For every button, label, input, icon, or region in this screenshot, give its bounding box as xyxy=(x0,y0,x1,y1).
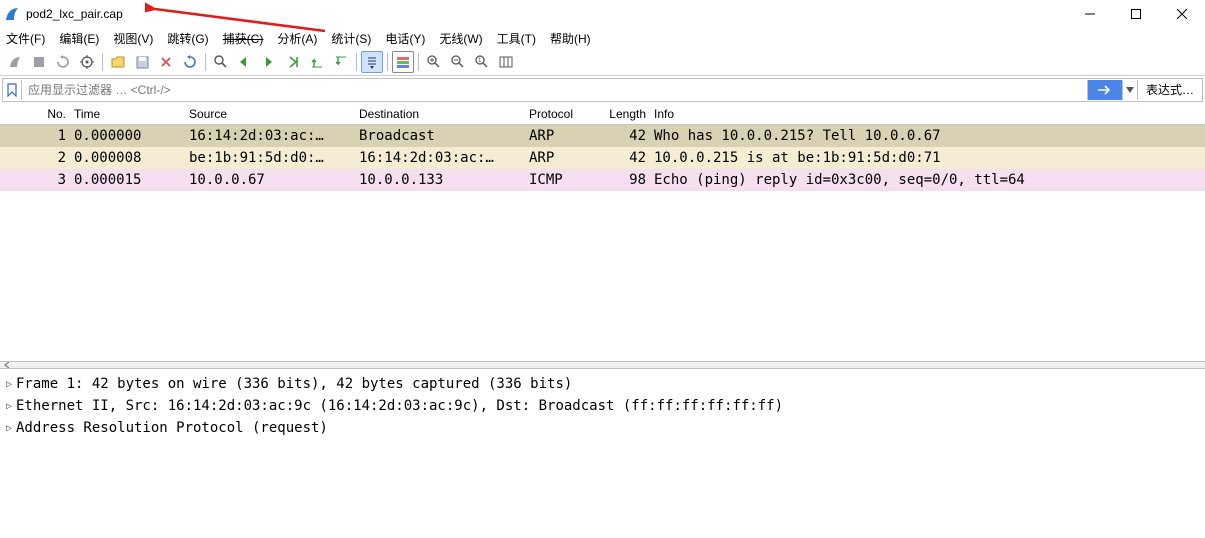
expand-caret-icon[interactable]: ▷ xyxy=(2,401,16,412)
filter-dropdown-icon[interactable] xyxy=(1122,80,1137,100)
cell-time: 0.000000 xyxy=(70,126,185,146)
capture-options-icon[interactable] xyxy=(76,51,98,73)
detail-text: Address Resolution Protocol (request) xyxy=(16,420,328,436)
col-len[interactable]: Length xyxy=(595,105,650,123)
menu-capture[interactable]: 捕获(C) xyxy=(223,30,264,47)
close-file-icon[interactable] xyxy=(155,51,177,73)
expand-caret-icon[interactable]: ▷ xyxy=(2,423,16,434)
cell-len: 98 xyxy=(595,170,650,190)
cell-src: 16:14:2d:03:ac:… xyxy=(185,126,355,146)
menu-help[interactable]: 帮助(H) xyxy=(550,30,591,47)
detail-line[interactable]: ▷Address Resolution Protocol (request) xyxy=(2,417,1203,439)
zoom-in-icon[interactable] xyxy=(423,51,445,73)
cell-no: 3 xyxy=(0,170,70,190)
col-info[interactable]: Info xyxy=(650,105,1205,123)
menu-tel[interactable]: 电话(Y) xyxy=(385,30,425,47)
menu-go[interactable]: 跳转(G) xyxy=(167,30,208,47)
zoom-reset-icon[interactable]: 1 xyxy=(471,51,493,73)
toolbar-divider xyxy=(418,53,419,71)
resize-columns-icon[interactable] xyxy=(495,51,517,73)
col-src[interactable]: Source xyxy=(185,105,355,123)
window-title: pod2_lxc_pair.cap xyxy=(26,7,123,21)
menu-tools[interactable]: 工具(T) xyxy=(497,30,536,47)
cell-time: 0.000008 xyxy=(70,148,185,168)
display-filter-bar: 表达式… xyxy=(2,78,1203,102)
go-to-packet-icon[interactable] xyxy=(282,51,304,73)
stop-capture-icon[interactable] xyxy=(28,51,50,73)
cell-proto: ARP xyxy=(525,148,595,168)
toolbar-divider xyxy=(356,53,357,71)
toolbar-divider xyxy=(205,53,206,71)
zoom-out-icon[interactable] xyxy=(447,51,469,73)
minimize-button[interactable] xyxy=(1067,0,1113,28)
cell-proto: ARP xyxy=(525,126,595,146)
menu-stat[interactable]: 统计(S) xyxy=(331,30,371,47)
menu-edit[interactable]: 编辑(E) xyxy=(59,30,99,47)
cell-len: 42 xyxy=(595,148,650,168)
maximize-button[interactable] xyxy=(1113,0,1159,28)
main-toolbar: 1 xyxy=(0,49,1205,76)
start-capture-icon[interactable] xyxy=(4,51,26,73)
window-controls xyxy=(1067,0,1205,28)
menu-view[interactable]: 视图(V) xyxy=(113,30,153,47)
cell-dst: 16:14:2d:03:ac:… xyxy=(355,148,525,168)
col-no[interactable]: No. xyxy=(0,105,70,123)
packet-details-pane[interactable]: ▷Frame 1: 42 bytes on wire (336 bits), 4… xyxy=(0,369,1205,443)
detail-text: Frame 1: 42 bytes on wire (336 bits), 42… xyxy=(16,376,572,392)
detail-line[interactable]: ▷Ethernet II, Src: 16:14:2d:03:ac:9c (16… xyxy=(2,395,1203,417)
pane-splitter[interactable] xyxy=(0,361,1205,369)
go-back-icon[interactable] xyxy=(234,51,256,73)
display-filter-input[interactable] xyxy=(22,79,1087,101)
auto-scroll-icon[interactable] xyxy=(361,51,383,73)
toolbar-divider xyxy=(387,53,388,71)
menu-bar: 文件(F) 编辑(E) 视图(V) 跳转(G) 捕获(C) 分析(A) 统计(S… xyxy=(0,28,1205,49)
packet-list[interactable]: 10.00000016:14:2d:03:ac:…BroadcastARP42W… xyxy=(0,125,1205,191)
cell-no: 2 xyxy=(0,148,70,168)
cell-src: be:1b:91:5d:d0:… xyxy=(185,148,355,168)
restart-capture-icon[interactable] xyxy=(52,51,74,73)
menu-wireless[interactable]: 无线(W) xyxy=(439,30,482,47)
packet-row[interactable]: 20.000008be:1b:91:5d:d0:…16:14:2d:03:ac:… xyxy=(0,147,1205,169)
reload-icon[interactable] xyxy=(179,51,201,73)
open-file-icon[interactable] xyxy=(107,51,129,73)
menu-file[interactable]: 文件(F) xyxy=(6,30,45,47)
expand-caret-icon[interactable]: ▷ xyxy=(2,379,16,390)
packet-row[interactable]: 10.00000016:14:2d:03:ac:…BroadcastARP42W… xyxy=(0,125,1205,147)
cell-proto: ICMP xyxy=(525,170,595,190)
cell-info: 10.0.0.215 is at be:1b:91:5d:d0:71 xyxy=(650,148,1205,168)
cell-src: 10.0.0.67 xyxy=(185,170,355,190)
cell-info: Who has 10.0.0.215? Tell 10.0.0.67 xyxy=(650,126,1205,146)
cell-no: 1 xyxy=(0,126,70,146)
chevron-left-icon xyxy=(4,362,12,368)
packet-list-header: No. Time Source Destination Protocol Len… xyxy=(0,104,1205,125)
col-dst[interactable]: Destination xyxy=(355,105,525,123)
cell-info: Echo (ping) reply id=0x3c00, seq=0/0, tt… xyxy=(650,170,1205,190)
detail-text: Ethernet II, Src: 16:14:2d:03:ac:9c (16:… xyxy=(16,398,783,414)
packet-row[interactable]: 30.00001510.0.0.6710.0.0.133ICMP98Echo (… xyxy=(0,169,1205,191)
detail-line[interactable]: ▷Frame 1: 42 bytes on wire (336 bits), 4… xyxy=(2,373,1203,395)
apply-filter-button[interactable] xyxy=(1087,80,1122,100)
shark-fin-icon xyxy=(4,6,20,22)
colorize-icon[interactable] xyxy=(392,51,414,73)
menu-analyze[interactable]: 分析(A) xyxy=(277,30,317,47)
cell-time: 0.000015 xyxy=(70,170,185,190)
toolbar-divider xyxy=(102,53,103,71)
cell-dst: Broadcast xyxy=(355,126,525,146)
expression-button[interactable]: 表达式… xyxy=(1137,80,1202,100)
cell-dst: 10.0.0.133 xyxy=(355,170,525,190)
find-icon[interactable] xyxy=(210,51,232,73)
cell-len: 42 xyxy=(595,126,650,146)
bookmark-icon[interactable] xyxy=(3,80,22,100)
col-time[interactable]: Time xyxy=(70,105,185,123)
go-forward-icon[interactable] xyxy=(258,51,280,73)
window-titlebar: pod2_lxc_pair.cap xyxy=(0,0,1205,28)
save-file-icon[interactable] xyxy=(131,51,153,73)
close-button[interactable] xyxy=(1159,0,1205,28)
go-first-icon[interactable] xyxy=(306,51,328,73)
go-last-icon[interactable] xyxy=(330,51,352,73)
col-proto[interactable]: Protocol xyxy=(525,105,595,123)
